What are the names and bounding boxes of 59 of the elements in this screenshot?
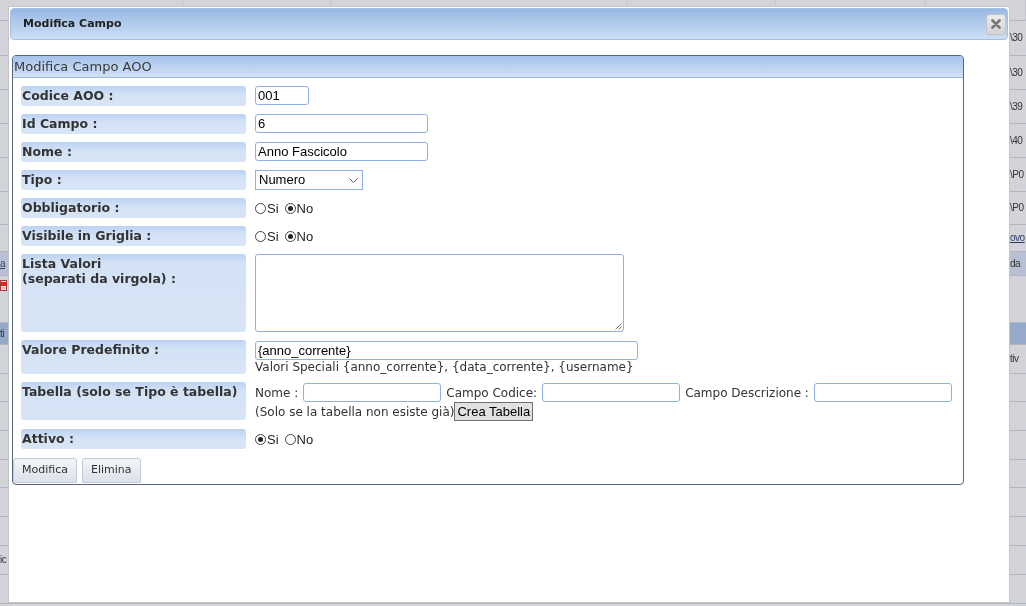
table-cell: da — [1010, 252, 1026, 275]
field-label: Visibile in Griglia : — [21, 226, 246, 246]
input-field[interactable]: {anno_corrente} — [255, 341, 638, 360]
input-field[interactable] — [303, 383, 442, 402]
radio-label: No — [296, 228, 314, 244]
dialog-title: Modifica Campo — [23, 15, 122, 32]
field-label: Tipo : — [21, 170, 246, 190]
radio-button[interactable] — [284, 230, 296, 242]
dropdown[interactable]: Numero — [255, 170, 363, 190]
table-cell: \39 — [1010, 100, 1023, 113]
hint-text: Valori Speciali {anno_corrente}, {data_corrente}, {username} — [255, 360, 634, 374]
note-text: (Solo se la tabella non esiste già) — [255, 404, 455, 419]
radio-label: No — [296, 431, 314, 447]
radio-button[interactable] — [255, 202, 266, 214]
field-label: Attivo : — [21, 429, 246, 449]
panel-title: Modifica Campo AOO — [14, 57, 152, 76]
field-label: Tabella (solo se Tipo è tabella) — [21, 382, 246, 420]
field-label: Nome : — [21, 142, 246, 162]
field-label: Valore Predefinito : — [21, 340, 246, 374]
chevron-down-icon — [349, 177, 358, 183]
radio-button[interactable] — [255, 433, 266, 445]
file-icon — [0, 280, 7, 291]
radio-label: No — [296, 200, 314, 216]
input-field[interactable] — [813, 383, 952, 402]
create-table-button[interactable]: Crea Tabella — [454, 402, 534, 421]
table-cell: \30 — [1010, 32, 1023, 44]
radio-label: Si — [267, 228, 279, 244]
table-cell: ic — [0, 554, 7, 566]
input-field[interactable] — [542, 383, 681, 402]
inline-label: Nome : — [255, 385, 299, 400]
table-header-cell: ti — [0, 323, 8, 344]
field-label: Codice AOO : — [21, 86, 246, 106]
radio-button[interactable] — [284, 433, 296, 445]
table-cell: tiv — [1010, 353, 1019, 365]
modify-button[interactable]: Modifica — [13, 458, 77, 483]
table-link[interactable]: a — [0, 257, 6, 270]
textarea-field[interactable] — [255, 254, 624, 332]
input-field[interactable]: 6 — [255, 114, 428, 133]
table-cell: \40 — [1010, 134, 1023, 147]
table-cell: \30 — [1010, 66, 1023, 79]
resize-grip-icon[interactable] — [615, 323, 622, 330]
table-header-cell — [1010, 323, 1026, 344]
inline-label: Campo Descrizione : — [685, 385, 809, 400]
radio-label: Si — [267, 431, 279, 447]
field-label: Obbligatorio : — [21, 198, 246, 218]
radio-button[interactable] — [284, 202, 296, 214]
delete-button[interactable]: Elimina — [82, 458, 141, 483]
radio-label: Si — [267, 200, 279, 216]
field-label: Id Campo : — [21, 114, 246, 134]
table-cell: \P0 — [1010, 168, 1024, 181]
input-field[interactable]: Anno Fascicolo — [255, 142, 428, 161]
table-cell: \P0 — [1010, 202, 1024, 214]
radio-button[interactable] — [255, 230, 266, 242]
table-link[interactable]: ovo — [1010, 232, 1025, 244]
inline-label: Campo Codice: — [446, 385, 538, 400]
field-label: Lista Valori (separati da virgola) : — [21, 254, 246, 332]
close-button[interactable] — [986, 13, 1006, 35]
close-icon — [991, 19, 1001, 29]
input-field[interactable]: 001 — [255, 86, 309, 105]
